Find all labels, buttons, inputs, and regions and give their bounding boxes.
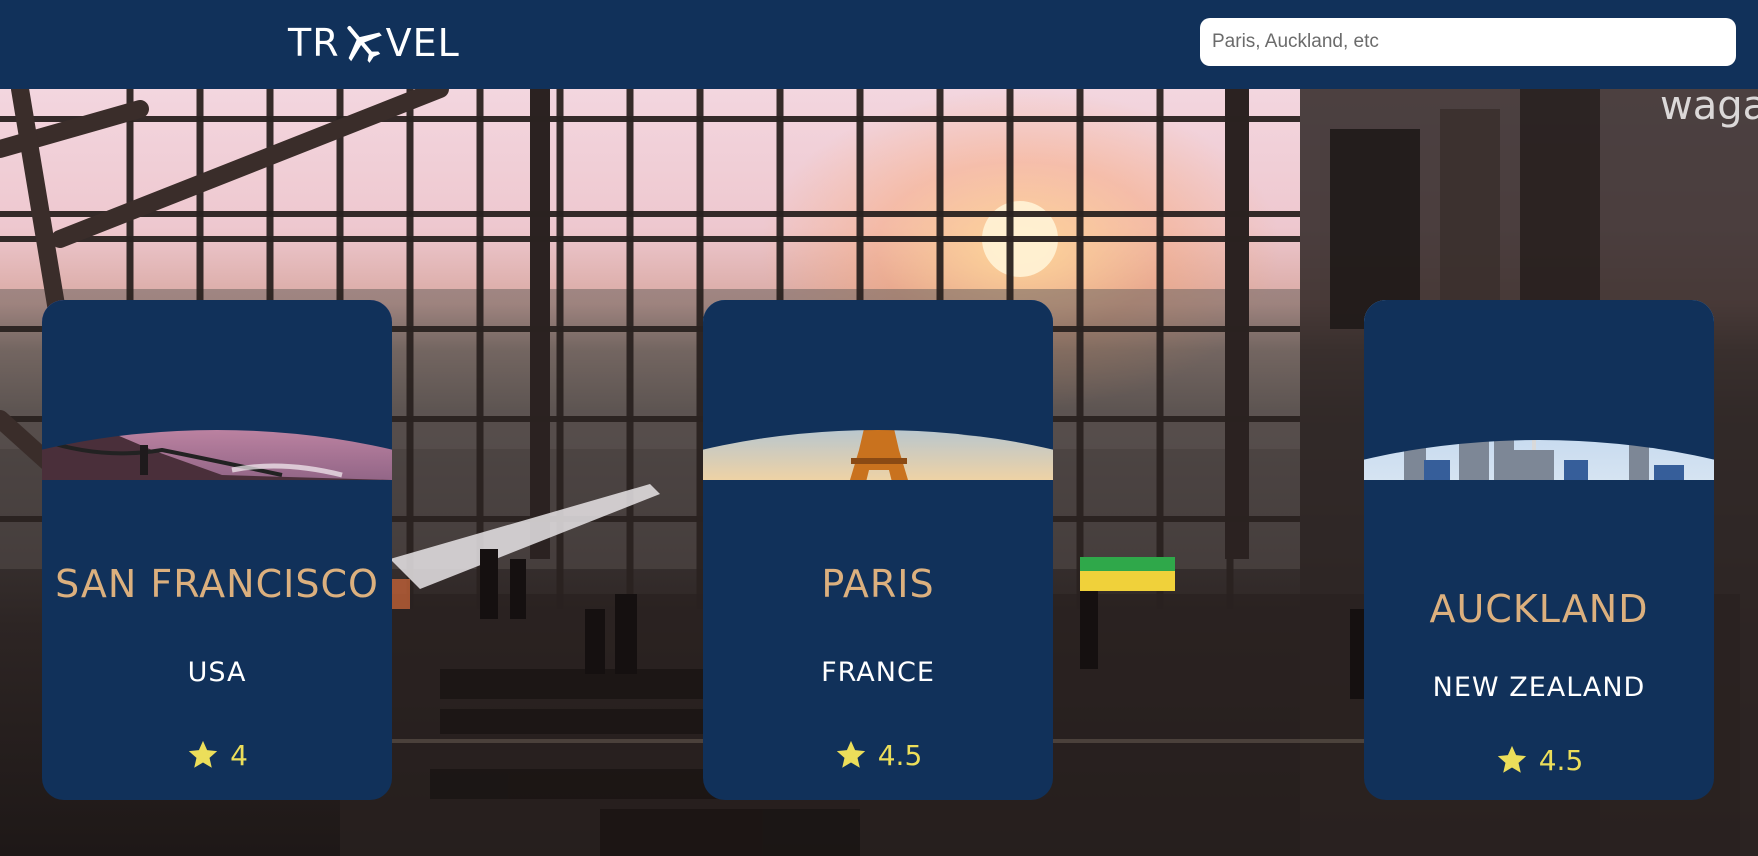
star-icon — [188, 740, 218, 768]
star-icon — [1497, 745, 1526, 773]
top-navbar: TR VEL — [0, 0, 1758, 89]
destination-city: PARIS — [821, 562, 935, 606]
svg-text:waga: waga — [1660, 89, 1758, 129]
page: TR VEL Paris, Auckland, etc waga SAN FRA… — [0, 0, 1758, 856]
rating-value: 4 — [230, 738, 248, 772]
destination-country: FRANCE — [821, 657, 935, 688]
destination-card-san-francisco[interactable]: SAN FRANCISCO USA 4 — [42, 300, 392, 800]
destination-country: USA — [187, 657, 247, 688]
logo-text-right: VEL — [385, 21, 460, 65]
destination-country: NEW ZEALAND — [1432, 672, 1646, 703]
star-icon — [836, 740, 865, 768]
destination-card-paris[interactable]: PARIS FRANCE 4.5 — [703, 300, 1053, 800]
destination-rating: 4.5 — [703, 738, 1053, 772]
destination-rating: 4 — [42, 738, 392, 772]
search-input[interactable] — [1200, 18, 1736, 66]
airplane-icon — [346, 25, 382, 63]
rating-value: 4.5 — [877, 738, 923, 772]
rating-value: 4.5 — [1538, 743, 1584, 777]
destination-city: AUCKLAND — [1429, 587, 1649, 631]
logo-text-left: TR — [288, 21, 340, 65]
destination-rating: 4.5 — [1364, 743, 1714, 777]
destination-city: SAN FRANCISCO — [55, 562, 379, 606]
destination-card-auckland[interactable]: AUCKLAND NEW ZEALAND 4.5 — [1364, 300, 1714, 800]
logo[interactable]: TR VEL — [288, 18, 460, 68]
